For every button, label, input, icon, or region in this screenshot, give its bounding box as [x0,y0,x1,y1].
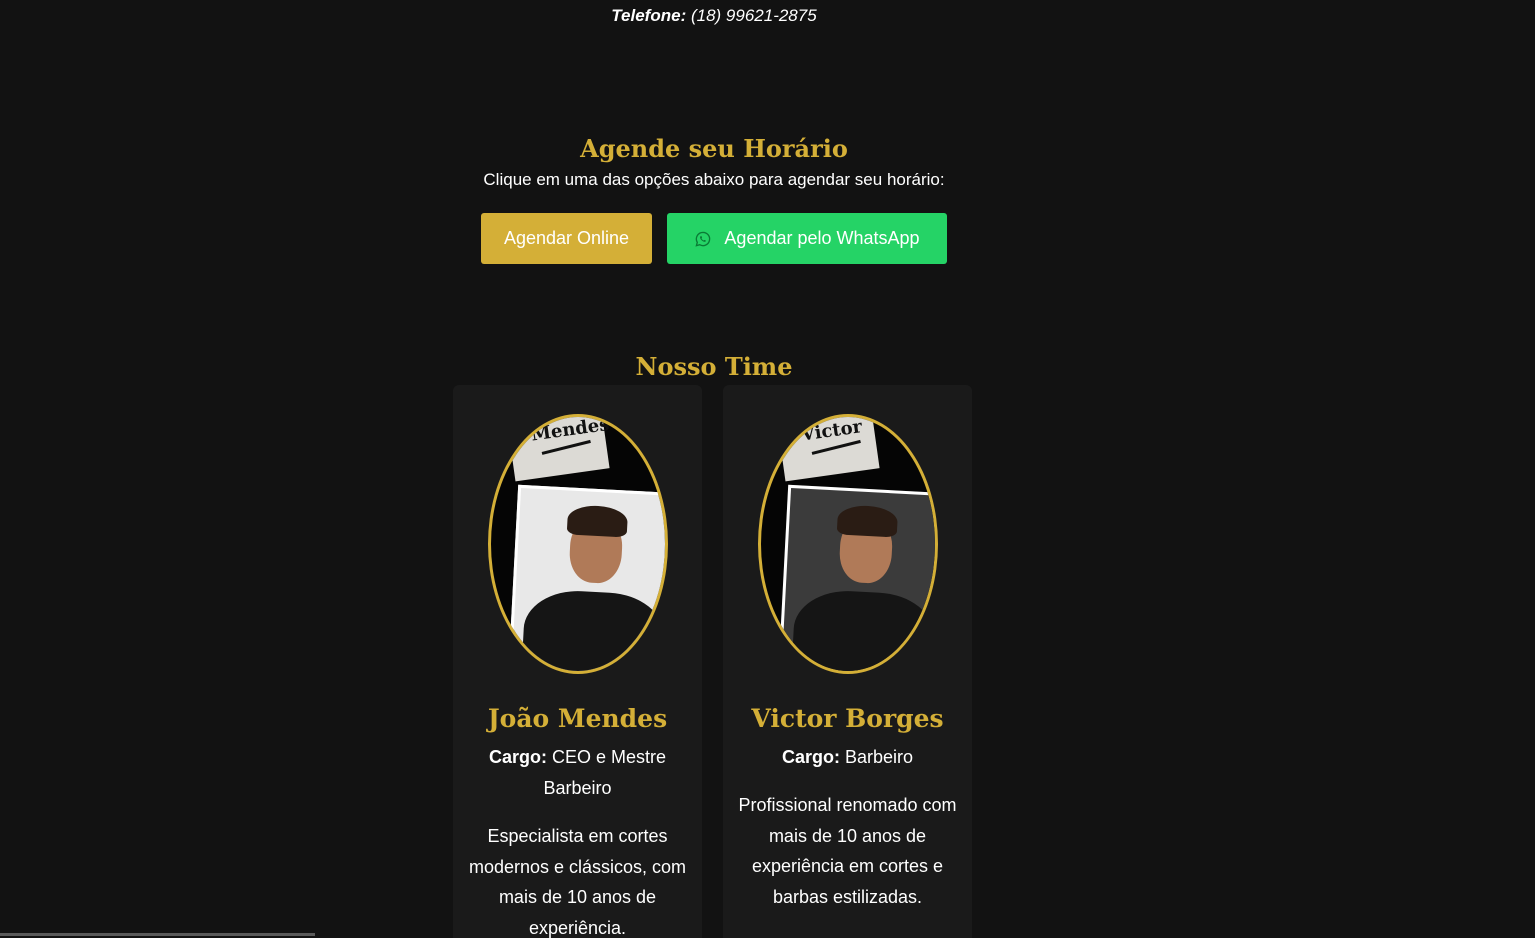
portrait-body [790,588,935,671]
book-online-label: Agendar Online [503,228,630,248]
booking-title: Agende seu Horário [580,134,848,163]
portrait-hair [566,504,628,538]
team-member-card: Mendes João Mendes Cargo: CEO e Mestre B… [453,385,702,938]
cargo-value: Barbeiro [844,747,914,767]
portrait-hair [836,504,898,538]
member-description: Especialista em cortes modernos e clássi… [468,826,687,938]
member-photo: Mendes [487,414,668,674]
portrait-body [520,588,665,671]
member-photo: Victor [757,414,938,674]
horizontal-scrollbar[interactable] [0,933,315,936]
portrait-photo [507,484,665,671]
book-online-button[interactable]: Agendar Online [481,213,652,264]
page: Telefone: (18) 99621-2875 Agende seu Hor… [0,0,1535,938]
paper-tag-text: Mendes [529,414,611,446]
name-paper-tag: Mendes [506,414,611,482]
name-paper-tag: Victor [776,417,880,482]
cargo-label: Cargo: [781,747,840,767]
phone-value[interactable]: (18) 99621-2875 [691,6,817,25]
team-member-card: Victor Victor Borges Cargo: Barbeiro Pro… [723,385,972,938]
booking-buttons: Agendar Online Agendar pelo WhatsApp [0,213,1428,264]
book-whatsapp-label: Agendar pelo WhatsApp [724,228,920,248]
booking-section: Agende seu Horário Clique em uma das opç… [0,132,1428,264]
phone-label: Telefone: [611,6,687,25]
member-cargo: Cargo: Barbeiro [723,742,972,773]
member-description: Profissional renomado com mais de 10 ano… [738,795,957,907]
member-name: João Mendes [487,704,668,733]
whatsapp-icon [694,230,712,248]
booking-subtitle: Clique em uma das opções abaixo para age… [483,170,945,189]
book-whatsapp-button[interactable]: Agendar pelo WhatsApp [667,213,947,264]
contact-phone: Telefone: (18) 99621-2875 [0,5,1428,27]
cargo-label: Cargo: [488,747,547,767]
portrait-photo [777,484,935,671]
member-name: Victor Borges [751,704,944,733]
team-title: Nosso Time [635,352,793,381]
member-cargo: Cargo: CEO e Mestre Barbeiro [453,742,702,804]
cargo-value: CEO e Mestre Barbeiro [543,747,667,798]
